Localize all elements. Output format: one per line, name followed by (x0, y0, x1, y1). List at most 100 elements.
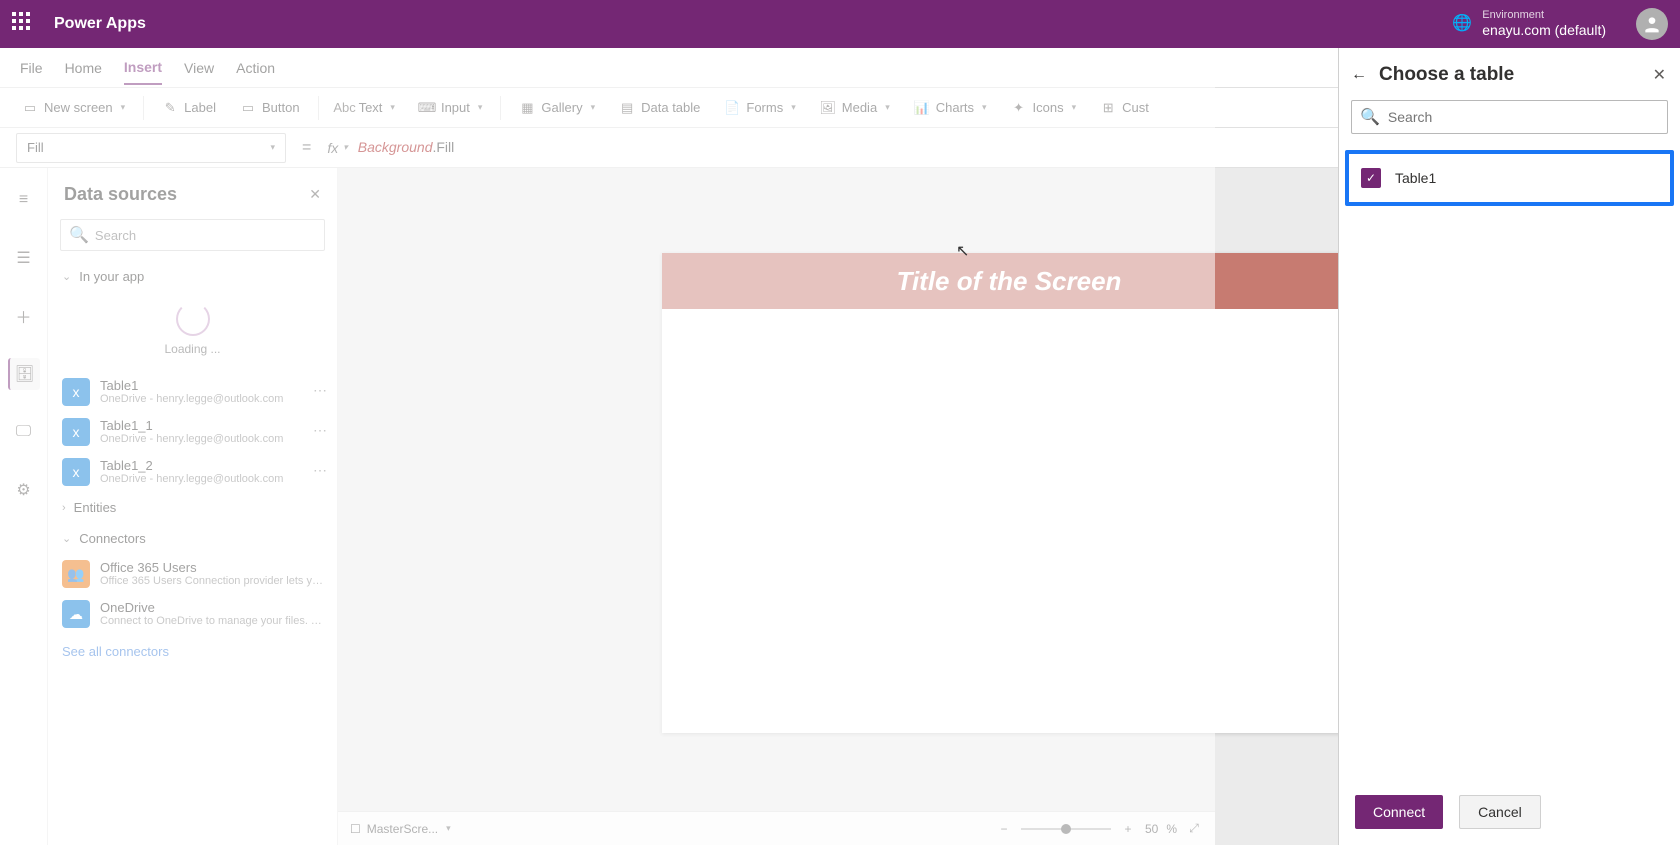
connect-button[interactable]: Connect (1355, 795, 1443, 829)
onedrive-icon: ☁ (62, 600, 90, 628)
button-icon: ▭ (240, 100, 256, 116)
fit-screen-button[interactable]: ⤢ (1185, 820, 1203, 838)
media-button[interactable]: 🖼Media▾ (810, 96, 900, 120)
choose-table-panel: ← Choose a table ✕ 🔍 ✓ Table1 Connect Ca… (1338, 48, 1680, 845)
rail-add-icon[interactable]: ＋ (8, 300, 40, 332)
connector-item[interactable]: ☁ OneDrive Connect to OneDrive to manage… (48, 594, 337, 634)
screen-icon: ▭ (22, 100, 38, 116)
search-icon: 🔍 (69, 225, 89, 245)
environment-picker[interactable]: 🌐 Environment enayu.com (default) (1452, 9, 1606, 39)
see-all-connectors-link[interactable]: See all connectors (48, 634, 337, 669)
property-dropdown[interactable]: Fill ▾ (16, 133, 286, 163)
menu-view[interactable]: View (184, 52, 214, 84)
close-icon[interactable]: ✕ (309, 186, 321, 203)
spinner-icon (176, 302, 210, 336)
more-icon[interactable]: ⋯ (313, 462, 327, 479)
zoom-in-button[interactable]: + (1119, 820, 1137, 838)
datasource-item[interactable]: x Table1_1 OneDrive - henry.legge@outloo… (48, 412, 337, 452)
new-screen-label: New screen (44, 100, 113, 115)
more-icon[interactable]: ⋯ (313, 422, 327, 439)
chevron-down-icon: ▾ (270, 142, 275, 153)
icons-button[interactable]: ✦Icons▾ (1001, 96, 1087, 120)
chevron-down-icon: ▾ (446, 823, 451, 834)
forms-button[interactable]: 📄Forms▾ (714, 96, 805, 120)
zoom-value: 50 (1145, 822, 1158, 836)
chevron-down-icon: ▾ (121, 102, 126, 113)
excel-icon: x (62, 458, 90, 486)
label-button[interactable]: ✎Label (152, 96, 226, 120)
back-arrow-icon[interactable]: ← (1351, 66, 1367, 84)
office365-icon: 👥 (62, 560, 90, 588)
section-connectors[interactable]: ⌄ Connectors ⋯ (48, 523, 337, 554)
data-table-button[interactable]: ▤Data table (609, 96, 710, 120)
table-search-input[interactable] (1388, 109, 1659, 125)
formula-input[interactable]: Background.Fill (358, 139, 455, 156)
gallery-button[interactable]: ▦Gallery▾ (509, 96, 605, 120)
globe-icon: 🌐 (1452, 14, 1472, 33)
app-title: Power Apps (54, 15, 146, 33)
button-button[interactable]: ▭Button (230, 96, 310, 120)
loading-indicator: Loading ... (48, 292, 337, 372)
icons-icon: ✦ (1011, 100, 1027, 116)
rail-media-icon[interactable]: 🖵 (8, 416, 40, 448)
text-icon: Abc (337, 100, 353, 116)
environment-value: enayu.com (default) (1482, 22, 1606, 39)
table-icon: ▤ (619, 100, 635, 116)
user-avatar[interactable] (1636, 8, 1668, 40)
search-input[interactable] (95, 228, 316, 243)
input-button[interactable]: ⌨Input▾ (409, 96, 492, 120)
screen-title-bar[interactable]: Title of the Screen (662, 253, 1357, 309)
excel-icon: x (62, 378, 90, 406)
chevron-down-icon: ⌄ (62, 270, 71, 283)
charts-button[interactable]: 📊Charts▾ (904, 96, 997, 120)
app-launcher-icon[interactable] (12, 12, 36, 36)
section-entities[interactable]: › Entities ⋯ (48, 492, 337, 523)
datasource-item[interactable]: x Table1_2 OneDrive - henry.legge@outloo… (48, 452, 337, 492)
app-header: Power Apps 🌐 Environment enayu.com (defa… (0, 0, 1680, 48)
checkbox-checked-icon[interactable]: ✓ (1361, 168, 1381, 188)
left-rail: ≡ ☰ ＋ 🗄 🖵 ⚙ (0, 168, 48, 845)
menu-action[interactable]: Action (236, 52, 275, 84)
search-input-wrap[interactable]: 🔍 (1351, 100, 1668, 134)
custom-button[interactable]: ⊞Cust (1090, 96, 1159, 120)
zoom-out-button[interactable]: − (995, 820, 1013, 838)
text-button[interactable]: AbcText▾ (327, 96, 405, 120)
app-canvas[interactable]: Title of the Screen (662, 253, 1357, 733)
rail-database-icon[interactable]: 🗄 (8, 358, 40, 390)
media-icon: 🖼 (820, 100, 836, 116)
section-in-your-app[interactable]: ⌄ In your app (48, 261, 337, 292)
environment-label: Environment (1482, 9, 1606, 22)
percent-sign: % (1166, 822, 1177, 836)
close-icon[interactable]: ✕ (1653, 65, 1666, 85)
table-option[interactable]: ✓ Table1 (1345, 150, 1674, 206)
property-value: Fill (27, 140, 44, 155)
zoom-slider[interactable] (1021, 828, 1111, 830)
input-icon: ⌨ (419, 100, 435, 116)
rail-settings-icon[interactable]: ⚙ (8, 474, 40, 506)
excel-icon: x (62, 418, 90, 446)
menu-insert[interactable]: Insert (124, 51, 162, 85)
datasource-item[interactable]: x Table1 OneDrive - henry.legge@outlook.… (48, 372, 337, 412)
rail-tree-icon[interactable]: ☰ (8, 242, 40, 274)
chevron-down-icon: ⌄ (62, 532, 71, 545)
forms-icon: 📄 (724, 100, 740, 116)
new-screen-button[interactable]: ▭ New screen ▾ (12, 96, 135, 120)
menu-home[interactable]: Home (65, 52, 102, 84)
rail-hamburger[interactable]: ≡ (8, 184, 40, 216)
status-bar: ☐ MasterScre... ▾ − + 50 % ⤢ (338, 811, 1215, 845)
fx-button[interactable]: fx▾ (327, 140, 347, 156)
search-input-wrap[interactable]: 🔍 (60, 219, 325, 251)
custom-icon: ⊞ (1100, 100, 1116, 116)
gallery-icon: ▦ (519, 100, 535, 116)
equals-sign: = (296, 139, 317, 157)
search-icon: 🔍 (1360, 107, 1380, 127)
connector-item[interactable]: 👥 Office 365 Users Office 365 Users Conn… (48, 554, 337, 594)
screen-selector[interactable]: ☐ MasterScre... ▾ (350, 822, 451, 836)
panel-title: Data sources (64, 184, 177, 205)
menu-file[interactable]: File (20, 52, 43, 84)
table-name: Table1 (1395, 170, 1436, 186)
label-icon: ✎ (162, 100, 178, 116)
charts-icon: 📊 (914, 100, 930, 116)
more-icon[interactable]: ⋯ (313, 382, 327, 399)
cancel-button[interactable]: Cancel (1459, 795, 1541, 829)
